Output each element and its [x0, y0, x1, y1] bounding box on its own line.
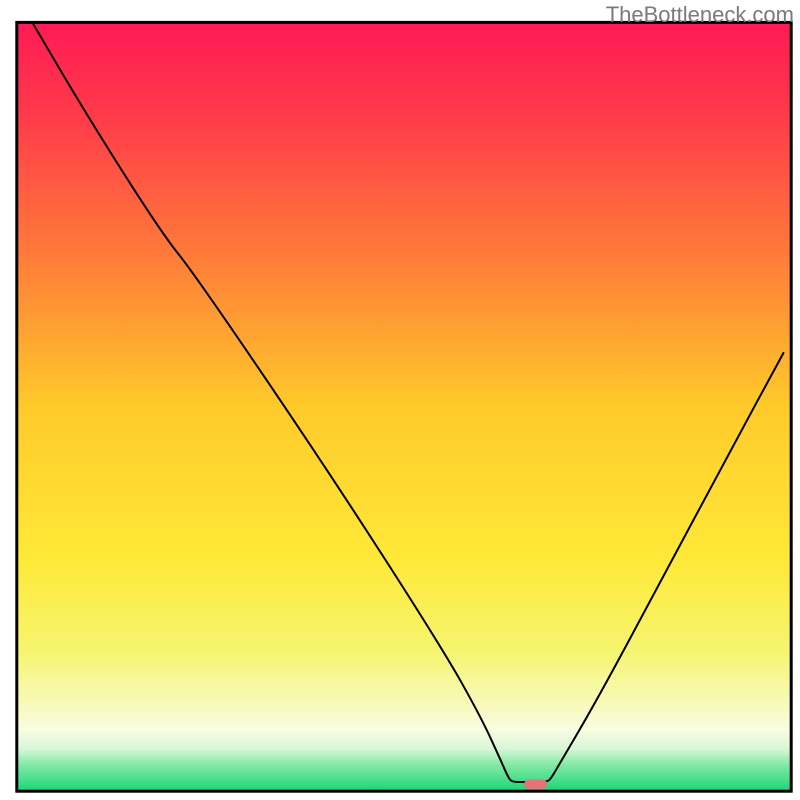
- bottleneck-chart: [0, 0, 800, 800]
- chart-container: TheBottleneck.com: [0, 0, 800, 800]
- chart-background: [17, 22, 791, 791]
- optimal-marker: [524, 780, 547, 789]
- watermark-text: TheBottleneck.com: [606, 2, 794, 28]
